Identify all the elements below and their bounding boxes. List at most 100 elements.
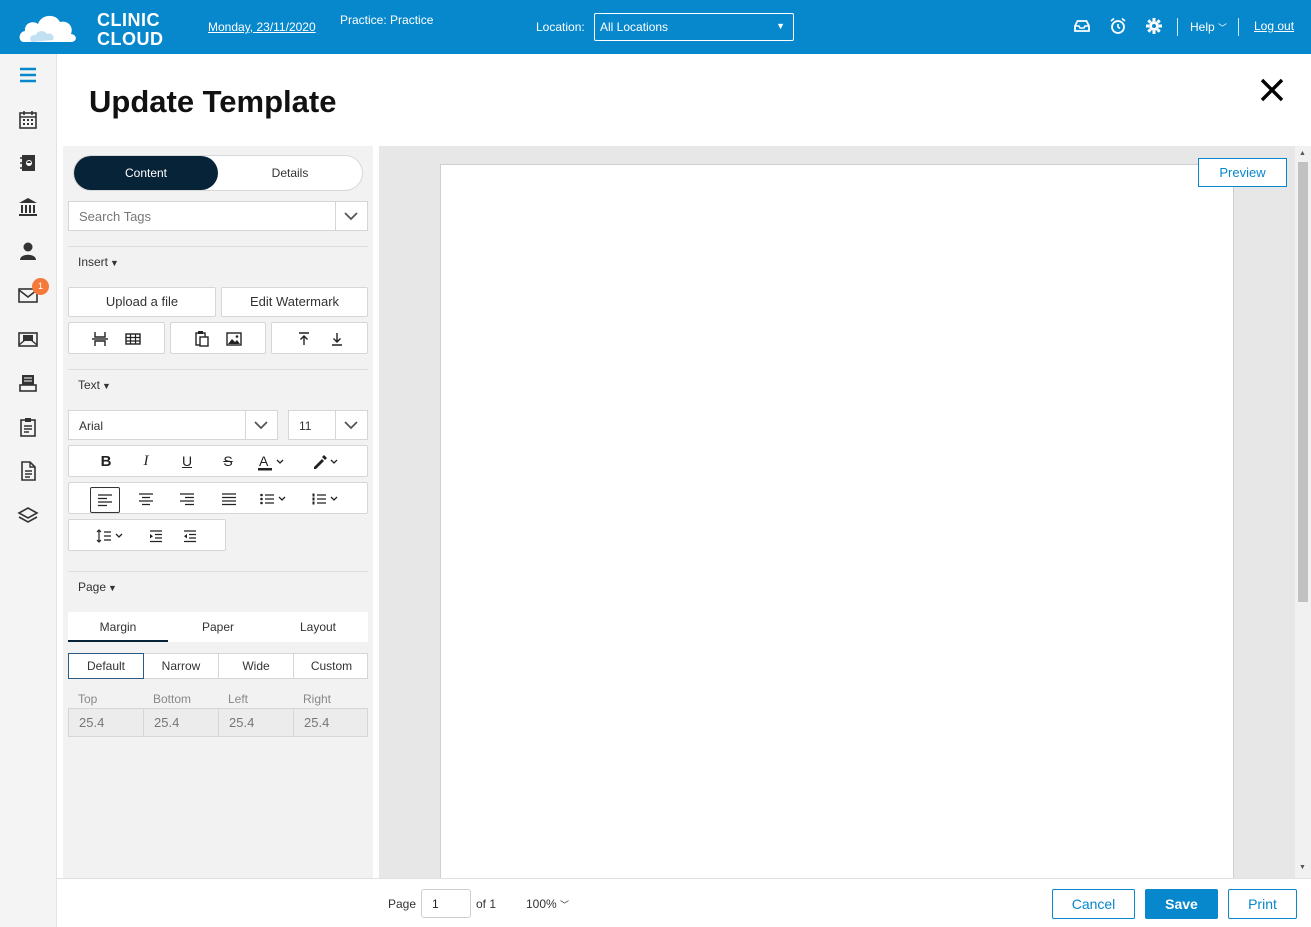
tab-details[interactable]: Details (218, 156, 362, 190)
insert-footer-icon[interactable] (328, 330, 346, 348)
help-menu[interactable]: Help ﹀ (1190, 20, 1227, 34)
highlight-color-icon[interactable] (311, 453, 343, 471)
scroll-up-icon[interactable]: ▲ (1299, 150, 1306, 157)
left-nav-rail (0, 54, 57, 927)
chevron-down-icon[interactable] (335, 202, 367, 230)
template-side-panel: Content Details Search Tags Insert ▼ Uplo… (63, 146, 373, 878)
section-divider (68, 571, 368, 572)
strikethrough-icon[interactable]: S (219, 453, 237, 471)
tab-paper[interactable]: Paper (168, 612, 268, 642)
document-icon[interactable] (17, 460, 39, 482)
location-select[interactable]: All Locations ▼ (594, 13, 794, 41)
margin-bottom-label: Bottom (153, 692, 192, 706)
search-tags-select[interactable]: Search Tags (68, 201, 368, 231)
page-label: Page (78, 580, 107, 594)
margin-left-input[interactable]: 25.4 (219, 709, 294, 736)
font-color-icon[interactable]: A (257, 453, 289, 471)
clipboard-icon[interactable] (17, 416, 39, 438)
margin-wide-option[interactable]: Wide (219, 654, 294, 678)
page-title: Update Template (89, 84, 337, 119)
gear-icon[interactable] (1145, 17, 1163, 35)
person-icon[interactable] (17, 240, 39, 262)
text-section-toggle[interactable]: Text ▼ (78, 378, 111, 392)
preview-button[interactable]: Preview (1198, 158, 1287, 187)
cancel-button[interactable]: Cancel (1052, 889, 1135, 919)
margin-default-option[interactable]: Default (68, 653, 144, 679)
close-icon[interactable] (1258, 76, 1286, 104)
svg-text:A: A (259, 453, 269, 469)
insert-tools-group-2 (170, 322, 266, 354)
margin-bottom-input[interactable]: 25.4 (144, 709, 219, 736)
bold-icon[interactable]: B (97, 453, 115, 471)
align-right-icon[interactable] (178, 490, 196, 508)
margin-custom-option[interactable]: Custom (294, 654, 369, 678)
caret-down-icon: ▼ (776, 21, 785, 31)
editor-scrollbar[interactable]: ▲ ▼ (1295, 146, 1311, 878)
spacing-toolbar (68, 519, 226, 551)
help-label: Help (1190, 20, 1215, 34)
edit-watermark-button[interactable]: Edit Watermark (221, 287, 368, 317)
indent-decrease-icon[interactable] (181, 527, 199, 545)
section-divider (68, 369, 368, 370)
chevron-down-icon[interactable] (245, 411, 277, 439)
tab-content[interactable]: Content (74, 156, 218, 190)
font-family-select[interactable]: Arial (68, 410, 278, 440)
bullet-list-icon[interactable] (259, 490, 291, 508)
document-page[interactable] (440, 164, 1234, 878)
margin-presets: Default Narrow Wide Custom (68, 653, 368, 679)
margin-left-label: Left (228, 692, 249, 706)
caret-down-icon: ▼ (108, 583, 117, 593)
numbered-list-icon[interactable] (311, 490, 343, 508)
text-label: Text (78, 378, 101, 392)
page-settings-tabs: Margin Paper Layout (68, 612, 368, 642)
caret-down-icon: ▼ (102, 381, 111, 391)
zoom-select[interactable]: 100% ﹀ (526, 897, 569, 911)
font-family-value: Arial (79, 419, 104, 433)
svg-text:CLINIC: CLINIC (97, 10, 160, 30)
indent-increase-icon[interactable] (147, 527, 165, 545)
save-button[interactable]: Save (1145, 889, 1218, 919)
print-button[interactable]: Print (1228, 889, 1297, 919)
insert-header-icon[interactable] (295, 330, 313, 348)
section-divider (68, 246, 368, 247)
menu-icon[interactable] (17, 64, 39, 86)
tab-margin[interactable]: Margin (68, 612, 168, 642)
margin-top-label: Top (78, 692, 98, 706)
align-left-icon[interactable] (90, 487, 120, 513)
contacts-icon[interactable] (17, 152, 39, 174)
logout-link[interactable]: Log out (1254, 19, 1294, 33)
inbox-tray-icon[interactable] (17, 372, 39, 394)
chevron-down-icon[interactable] (335, 411, 367, 439)
italic-icon[interactable]: I (137, 453, 155, 471)
page-break-icon[interactable] (91, 330, 109, 348)
margin-top-input[interactable]: 25.4 (69, 709, 144, 736)
header-divider (1177, 18, 1178, 36)
insert-section-toggle[interactable]: Insert ▼ (78, 255, 119, 269)
inbox-icon[interactable] (1073, 17, 1091, 35)
clinic-cloud-logo[interactable]: CLINIC CLOUD (18, 6, 170, 48)
align-justify-icon[interactable] (220, 490, 238, 508)
scroll-down-icon[interactable]: ▼ (1299, 864, 1306, 871)
align-center-icon[interactable] (137, 490, 155, 508)
layers-icon[interactable] (17, 505, 39, 527)
page-number-input[interactable]: 1 (421, 889, 471, 918)
margin-right-input[interactable]: 25.4 (294, 709, 369, 736)
tab-layout[interactable]: Layout (268, 612, 368, 642)
line-spacing-icon[interactable] (96, 527, 128, 545)
font-size-select[interactable]: 11 (288, 410, 368, 440)
image-icon[interactable] (225, 330, 243, 348)
scrollbar-thumb[interactable] (1298, 162, 1308, 602)
upload-file-button[interactable]: Upload a file (68, 287, 216, 317)
institution-icon[interactable] (17, 196, 39, 218)
page-section-toggle[interactable]: Page ▼ (78, 580, 117, 594)
margin-narrow-option[interactable]: Narrow (144, 654, 219, 678)
chevron-down-icon: ﹀ (1218, 23, 1228, 33)
paste-icon[interactable] (193, 330, 211, 348)
mail-open-icon[interactable] (17, 328, 39, 350)
table-icon[interactable] (124, 330, 142, 348)
alarm-clock-icon[interactable] (1109, 17, 1127, 35)
current-date-link[interactable]: Monday, 23/11/2020 (208, 20, 316, 34)
underline-icon[interactable]: U (178, 453, 196, 471)
calendar-icon[interactable] (17, 109, 39, 131)
practice-label: Practice: Practice (340, 13, 434, 27)
